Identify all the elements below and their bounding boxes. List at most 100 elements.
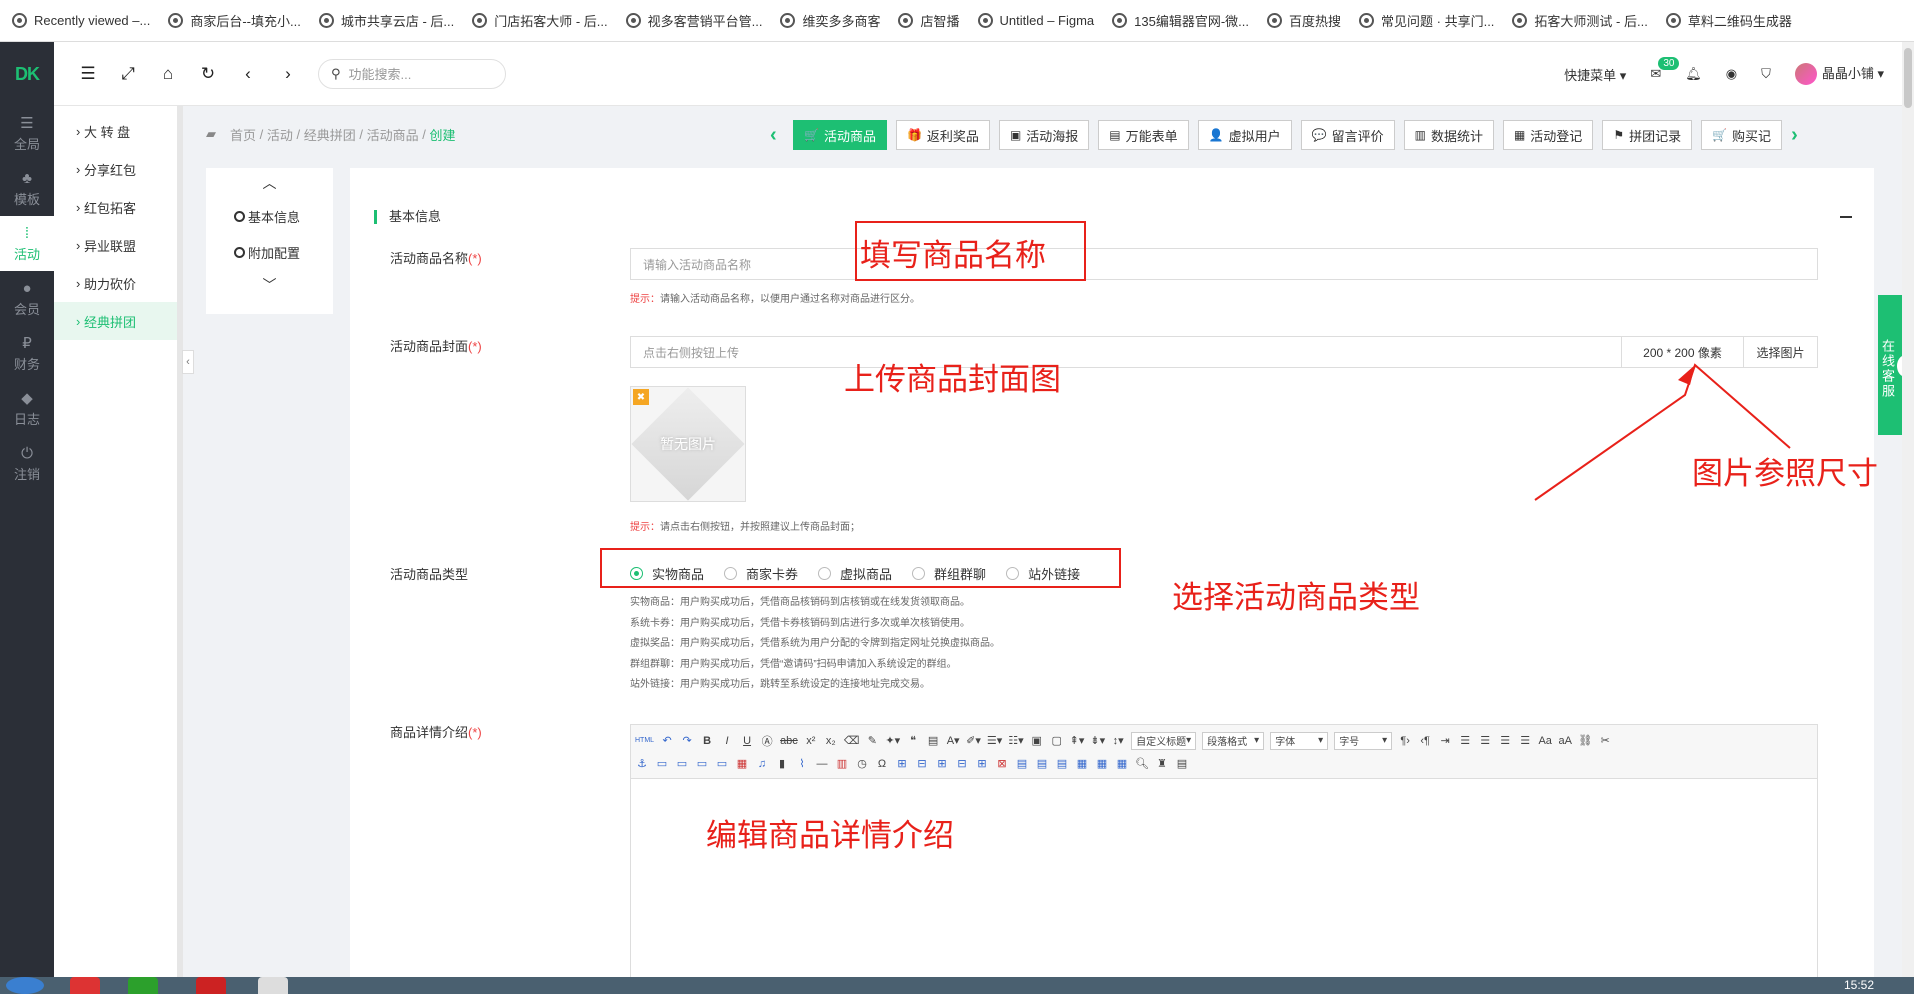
user-circle-icon[interactable]: ◉ xyxy=(1726,66,1737,82)
redo-icon[interactable]: ↷ xyxy=(680,733,694,749)
quick-menu-dropdown[interactable]: 快捷菜单 ▾ xyxy=(1564,65,1626,84)
attachment-icon[interactable]: ⌇ xyxy=(795,756,809,772)
chevron-down-icon[interactable]: ﹀ xyxy=(206,270,333,300)
split-cols-icon[interactable]: ▦ xyxy=(1115,756,1129,772)
ltr-icon[interactable]: ¶› xyxy=(1398,733,1412,749)
unordered-list-icon[interactable]: ☷▾ xyxy=(1008,733,1023,749)
submenu-item[interactable]: › 红包拓客 xyxy=(54,188,177,226)
submenu-item[interactable]: › 大 转 盘 xyxy=(54,112,177,150)
delete-table-icon[interactable]: ⊟ xyxy=(915,756,929,772)
chevron-left-icon[interactable]: ‹ xyxy=(770,124,784,147)
tab-comments[interactable]: 💬 留言评价 xyxy=(1300,120,1395,150)
search-replace-icon[interactable]: ♜ xyxy=(1155,756,1169,772)
splitter[interactable] xyxy=(178,106,183,977)
to-uppercase-icon[interactable]: Aa xyxy=(1538,733,1552,749)
collapse-section-icon[interactable] xyxy=(1840,216,1852,218)
line-height-icon[interactable]: ↕▾ xyxy=(1111,733,1125,749)
table-icon[interactable]: ⊞ xyxy=(895,756,909,772)
time-icon[interactable]: ◷ xyxy=(855,756,869,772)
indent-icon[interactable]: ⇥ xyxy=(1438,733,1452,749)
bookmark[interactable]: 135编辑器官网-微... xyxy=(1112,0,1267,42)
section-link-basic[interactable]: 基本信息 xyxy=(206,198,333,234)
bookmark[interactable]: Recently viewed –... xyxy=(12,0,168,42)
tab-products[interactable]: 🛒 活动商品 xyxy=(793,120,887,150)
image-center-icon[interactable]: ▭ xyxy=(715,756,729,772)
forward-icon[interactable]: › xyxy=(268,54,308,94)
collapse-sidebar-icon[interactable]: ‹ xyxy=(182,350,194,374)
tab-poster[interactable]: ▣ 活动海报 xyxy=(998,120,1090,150)
template-icon[interactable]: ▤ xyxy=(1175,756,1189,772)
unlink-icon[interactable]: ✂ xyxy=(1598,733,1612,749)
submenu-item-active[interactable]: › 经典拼团 xyxy=(54,302,177,340)
product-name-input[interactable]: 请输入活动商品名称 xyxy=(630,248,1818,280)
rail-item-logs[interactable]: ◆ 日志 xyxy=(0,381,54,436)
eraser-icon[interactable]: ⌫ xyxy=(844,733,860,749)
row-spacing-bottom-icon[interactable]: ⇟▾ xyxy=(1090,733,1105,749)
rail-item-templates[interactable]: ♣ 模板 xyxy=(0,161,54,216)
subscript-icon[interactable]: x₂ xyxy=(824,733,838,749)
rail-item-logout[interactable]: ⏻ 注销 xyxy=(0,436,54,491)
bg-color-icon[interactable]: ✐▾ xyxy=(966,733,981,749)
delete-row-icon[interactable]: ⊟ xyxy=(955,756,969,772)
crumb-group-buy[interactable]: 经典拼团 xyxy=(304,125,356,144)
link-icon[interactable]: ⛓ xyxy=(1578,733,1592,749)
paragraph-format-select[interactable]: 段落格式 ▾ xyxy=(1202,731,1265,750)
select-all-icon[interactable]: ▣ xyxy=(1030,733,1044,749)
image-none-icon[interactable]: ▭ xyxy=(655,756,669,772)
italic-icon[interactable]: I xyxy=(720,733,734,749)
insert-col-icon[interactable]: ⊞ xyxy=(975,756,989,772)
special-chars-icon[interactable]: Ω xyxy=(875,756,889,772)
tab-purchase-records[interactable]: 🛒 购买记 xyxy=(1701,120,1783,150)
merge-right-icon[interactable]: ▤ xyxy=(1035,756,1049,772)
font-family-select[interactable]: 字体 ▾ xyxy=(1270,731,1329,750)
submenu-item[interactable]: › 助力砍价 xyxy=(54,264,177,302)
underline-icon[interactable]: U xyxy=(740,733,754,749)
back-icon[interactable]: ‹ xyxy=(228,54,268,94)
font-color-icon[interactable]: A▾ xyxy=(946,733,960,749)
bookmark[interactable]: 百度热搜 xyxy=(1267,0,1359,42)
align-left-icon[interactable]: ☰ xyxy=(1458,733,1472,749)
bell-icon[interactable]: 🔔︎ xyxy=(1685,66,1702,82)
auto-format-icon[interactable]: ✦▾ xyxy=(885,733,900,749)
align-right-icon[interactable]: ☰ xyxy=(1498,733,1512,749)
bold-icon[interactable]: B xyxy=(700,733,714,749)
merge-down-icon[interactable]: ▤ xyxy=(1055,756,1069,772)
chevron-right-icon[interactable]: › xyxy=(1791,124,1805,147)
quote-icon[interactable]: ❝ xyxy=(906,733,920,749)
page-scrollbar[interactable] xyxy=(1902,42,1914,977)
function-search-input[interactable]: ⚲ 功能搜索... xyxy=(318,58,506,89)
bookmark[interactable]: 商家后台--填充小... xyxy=(168,0,319,42)
format-brush-icon[interactable]: ✎ xyxy=(865,733,879,749)
bookmark[interactable]: 草料二维码生成器 xyxy=(1665,0,1810,42)
home-icon[interactable]: ⌂ xyxy=(148,54,188,94)
rail-item-members[interactable]: ● 会员 xyxy=(0,271,54,326)
bookmark[interactable]: 拓客大师测试 - 后... xyxy=(1512,0,1665,42)
image-right-icon[interactable]: ▭ xyxy=(695,756,709,772)
bookmark[interactable]: 城市共享云店 - 后... xyxy=(318,0,472,42)
font-border-icon[interactable]: Ⓐ xyxy=(760,733,774,749)
menu-icon[interactable]: ☰ xyxy=(68,54,108,94)
crumb-home[interactable]: 首页 xyxy=(230,125,256,144)
font-size-select[interactable]: 字号 ▾ xyxy=(1334,731,1393,750)
crumb-activity[interactable]: 活动 xyxy=(267,125,293,144)
delete-col-icon[interactable]: ⊠ xyxy=(995,756,1009,772)
tab-registration[interactable]: ▦ 活动登记 xyxy=(1502,120,1594,150)
music-icon[interactable]: ♫ xyxy=(755,756,769,772)
bookmark[interactable]: 维奕多多商客 xyxy=(780,0,898,42)
tab-virtual-users[interactable]: 👤 虚拟用户 xyxy=(1197,120,1292,150)
chrome-icon[interactable] xyxy=(70,977,100,994)
insert-image-icon[interactable]: ▦ xyxy=(735,756,749,772)
submenu-item[interactable]: › 分享红包 xyxy=(54,150,177,188)
strikethrough-icon[interactable]: abc xyxy=(780,733,798,749)
split-rows-icon[interactable]: ▦ xyxy=(1095,756,1109,772)
bookmark[interactable]: Untitled – Figma xyxy=(977,0,1113,42)
horizontal-rule-icon[interactable]: — xyxy=(815,756,829,772)
undo-icon[interactable]: ↶ xyxy=(660,733,674,749)
anchor-icon[interactable]: ⚓ xyxy=(635,756,649,772)
fullscreen-icon[interactable]: ⤢ xyxy=(108,54,148,94)
shield-icon[interactable]: ⛉ xyxy=(1761,66,1771,82)
tab-rebate[interactable]: 🎁 返利奖品 xyxy=(895,120,990,150)
start-button[interactable] xyxy=(6,977,44,994)
mail-icon[interactable]: ✉ 30 xyxy=(1650,57,1680,82)
wechat-icon[interactable] xyxy=(128,977,158,994)
